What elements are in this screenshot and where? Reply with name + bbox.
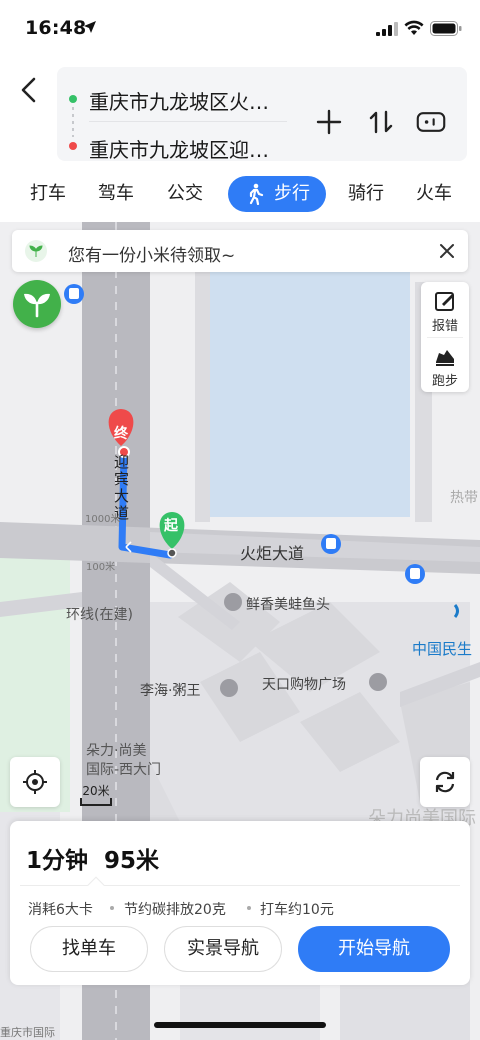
end-dot-icon — [69, 142, 77, 150]
status-bar: 16:48 — [0, 0, 480, 58]
poi-restaurant: 鲜香美蛙鱼头 — [246, 597, 330, 613]
poi-bank: 中国民生 — [412, 640, 473, 658]
route-distance: 95米 — [104, 848, 160, 874]
route-divider — [89, 121, 287, 122]
start-location-field[interactable]: 重庆市九龙坡区火… — [89, 86, 269, 115]
sprout-reward-button[interactable] — [13, 280, 61, 328]
run-label: 跑步 — [431, 374, 458, 389]
calories-info: 消耗6大卡 — [28, 902, 93, 918]
find-bike-button[interactable]: 找单车 — [30, 926, 148, 972]
wifi-icon — [404, 20, 424, 35]
home-indicator — [154, 1022, 326, 1028]
swap-route-icon[interactable] — [366, 107, 396, 137]
edit-report-icon — [435, 292, 454, 311]
bus-stop-icon — [405, 564, 425, 584]
road-label-ring: 环线(在建) — [66, 607, 133, 623]
start-dot-icon — [69, 95, 77, 103]
poi-hot: 热带 — [450, 490, 478, 506]
route-input-box: 重庆市九龙坡区火… 重庆市九龙坡区迎… — [57, 67, 467, 163]
start-pin-label: 起 — [164, 518, 178, 534]
card-notch — [87, 876, 105, 894]
end-pin-label: 终 — [114, 426, 128, 442]
map-side-tools: 报错 跑步 — [421, 282, 469, 392]
card-divider — [20, 885, 460, 886]
route-header: 重庆市九龙坡区火… 重庆市九龙坡区迎… 打车 驾车 公交 步行 骑行 火车 — [0, 58, 480, 222]
run-button[interactable]: 跑步 — [421, 337, 469, 392]
carbon-info: 节约碳排放20克 — [124, 902, 226, 918]
end-location-field[interactable]: 重庆市九龙坡区迎… — [89, 134, 269, 163]
tab-drive[interactable]: 驾车 — [98, 176, 134, 212]
close-icon[interactable] — [436, 240, 458, 262]
tab-taxi[interactable]: 打车 — [30, 176, 66, 212]
road-distance-1: 1000米 — [85, 514, 121, 525]
poi-mall: 天口购物广场 — [262, 677, 346, 693]
route-summary-card: 1分钟 95米 消耗6大卡 节约碳排放20克 打车约10元 找单车 实景导航 开… — [10, 821, 470, 985]
cellular-signal-icon — [376, 22, 398, 36]
battery-icon — [430, 21, 462, 36]
location-arrow-icon — [84, 21, 96, 33]
status-time: 16:48 — [25, 17, 87, 39]
poi-bottom-left: 重庆市国际 — [0, 1026, 55, 1039]
report-error-button[interactable]: 报错 — [421, 282, 469, 337]
ar-navigation-button[interactable]: 实景导航 — [164, 926, 282, 972]
tab-train[interactable]: 火车 — [416, 176, 452, 212]
route-connector — [72, 107, 74, 137]
poi-congee: 李海·粥王 — [140, 683, 201, 699]
start-navigation-button[interactable]: 开始导航 — [298, 926, 450, 972]
add-waypoint-icon[interactable] — [314, 107, 344, 137]
taxi-estimate: 打车约10元 — [260, 902, 334, 918]
road-label-huoju: 火炬大道 — [240, 544, 305, 563]
refresh-route-button[interactable] — [420, 757, 470, 807]
meta-separator — [247, 906, 251, 910]
running-shoe-icon — [436, 350, 454, 366]
reward-banner[interactable]: 您有一份小米待领取~ — [12, 230, 468, 272]
banner-text: 您有一份小米待领取~ — [68, 246, 236, 266]
transport-tabs: 打车 驾车 公交 步行 骑行 火车 — [0, 176, 480, 216]
sprout-icon — [24, 293, 50, 318]
back-arrow-icon[interactable] — [14, 74, 46, 106]
poi-duoli-gate: 朵力·尚美 国际-西大门 — [86, 743, 162, 778]
report-label: 报错 — [431, 319, 458, 334]
travel-preference-icon[interactable] — [416, 107, 446, 137]
tab-bus[interactable]: 公交 — [167, 176, 203, 212]
sprout-icon — [25, 240, 47, 262]
locate-me-button[interactable] — [10, 757, 60, 807]
eta-time: 1分钟 — [26, 848, 89, 874]
road-distance-2: 100米 — [86, 562, 116, 573]
scale-bar — [80, 798, 112, 806]
crosshair-icon — [23, 770, 47, 794]
bus-stop-icon — [64, 284, 84, 304]
map-scale: 20米 — [80, 782, 112, 808]
meta-separator — [110, 906, 114, 910]
tab-walk[interactable]: 步行 — [228, 176, 326, 212]
tab-bike[interactable]: 骑行 — [348, 176, 384, 212]
walking-icon — [249, 183, 264, 205]
refresh-icon — [435, 771, 455, 793]
scale-label: 20米 — [82, 784, 110, 798]
tab-walk-label: 步行 — [274, 183, 310, 204]
bus-stop-icon — [321, 534, 341, 554]
